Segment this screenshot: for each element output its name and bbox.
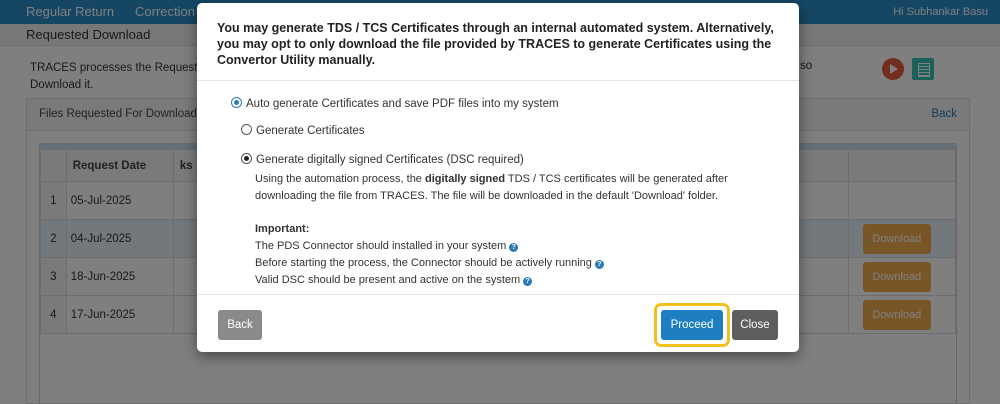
certificate-options-modal: You may generate TDS / TCS Certificates … <box>197 3 799 352</box>
option-dsc-label: Generate digitally signed Certificates (… <box>256 154 524 166</box>
important-item-text: Valid DSC should be present and active o… <box>255 274 521 286</box>
radio-auto-generate[interactable] <box>231 97 242 108</box>
modal-back-button[interactable]: Back <box>218 310 262 340</box>
option-auto-generate[interactable]: Auto generate Certificates and save PDF … <box>231 97 559 110</box>
important-item: Valid DSC should be present and active o… <box>255 272 775 289</box>
close-button[interactable]: Close <box>732 310 778 340</box>
radio-generate-dsc[interactable] <box>241 153 252 164</box>
question-circle-icon[interactable]: ? <box>509 243 519 252</box>
important-notes: Important: The PDS Connector should inst… <box>255 221 775 289</box>
modal-header: You may generate TDS / TCS Certificates … <box>197 3 799 81</box>
important-item: Before starting the process, the Connect… <box>255 255 775 272</box>
option-auto-generate-label: Auto generate Certificates and save PDF … <box>246 98 559 110</box>
question-circle-icon[interactable]: ? <box>523 277 533 286</box>
important-item: The PDS Connector should installed in yo… <box>255 238 775 255</box>
question-circle-icon[interactable]: ? <box>594 260 604 269</box>
description-bold: digitally signed <box>424 173 506 185</box>
modal-footer: Back Proceed Close <box>197 294 799 352</box>
important-item-text: Before starting the process, the Connect… <box>255 257 592 269</box>
description-text-1: Using the automation process, the <box>255 173 425 185</box>
automation-description: Using the automation process, the digita… <box>255 171 775 205</box>
proceed-button[interactable]: Proceed <box>661 310 723 340</box>
option-generate-certificates[interactable]: Generate Certificates <box>241 124 365 137</box>
radio-generate-certificates[interactable] <box>241 124 252 135</box>
option-generate-label: Generate Certificates <box>256 125 365 137</box>
important-heading: Important: <box>255 223 310 235</box>
important-item-text: The PDS Connector should installed in yo… <box>255 240 507 252</box>
modal-message: You may generate TDS / TCS Certificates … <box>217 21 774 67</box>
option-generate-dsc[interactable]: Generate digitally signed Certificates (… <box>241 153 524 166</box>
